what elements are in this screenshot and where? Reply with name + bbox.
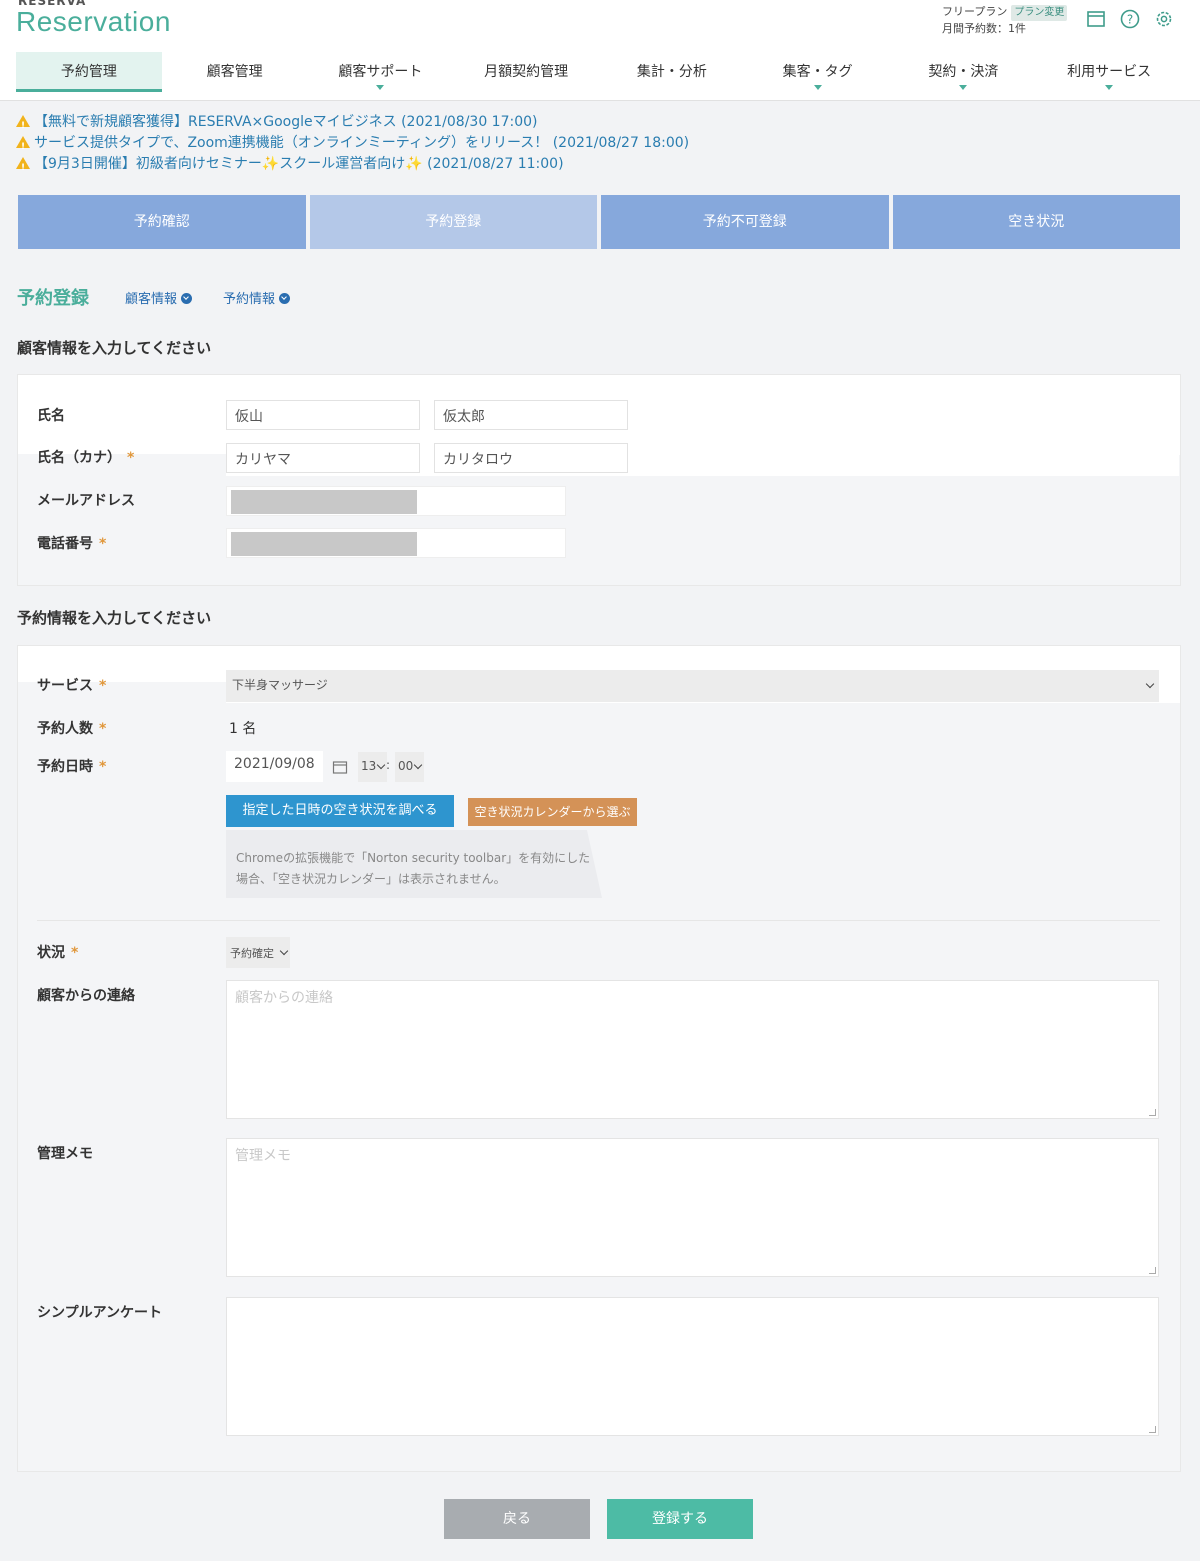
warning-icon [16, 115, 30, 137]
resize-handle-icon[interactable] [1149, 1267, 1156, 1274]
warning-icon [16, 136, 30, 158]
contact-label: 顧客からの連絡 [37, 988, 135, 1004]
svg-text:?: ? [1127, 13, 1133, 27]
calendar-icon[interactable] [332, 759, 348, 775]
chevron-down-icon [181, 293, 193, 304]
back-button[interactable]: 戻る [444, 1499, 590, 1539]
caret-down-icon [959, 85, 968, 90]
date-field[interactable]: 2021/09/08 [226, 751, 323, 782]
survey-label: シンプルアンケート [37, 1305, 163, 1321]
customer-section-heading: 顧客情報を入力してください [17, 339, 212, 357]
gear-icon[interactable] [1153, 8, 1175, 30]
survey-textarea[interactable] [226, 1297, 1159, 1436]
caret-down-icon [1105, 85, 1114, 90]
last-kana-field[interactable]: カリヤマ [226, 443, 420, 473]
tab-availability[interactable]: 空き状況 [892, 195, 1180, 249]
nav-marketing-tags[interactable]: 集客・タグ [745, 52, 891, 92]
memo-textarea[interactable]: 管理メモ [226, 1138, 1159, 1277]
tab-reservation-check[interactable]: 予約確認 [18, 195, 306, 249]
app-header: RESERVA Reservation フリープラン プラン変更 月間予約数：1件… [0, 0, 1200, 101]
chevron-down-icon [1145, 679, 1155, 689]
datetime-label: 予約日時 * [37, 759, 107, 775]
email-field[interactable] [226, 486, 566, 516]
main-nav: 予約管理 顧客管理 顧客サポート 月額契約管理 集計・分析 集客・タグ 契約・決… [16, 52, 1182, 92]
kana-label: 氏名（カナ） * [37, 450, 135, 466]
notice-item[interactable]: 【9月3日開催】初級者向けセミナー✨スクール運営者向け✨ (2021/08/27… [16, 154, 689, 179]
reservation-page: RESERVA Reservation フリープラン プラン変更 月間予約数：1件… [0, 0, 1200, 1561]
resize-handle-icon[interactable] [1149, 1109, 1156, 1116]
notice-list: 【無料で新規顧客獲得】RESERVA×Googleマイビジネス (2021/08… [16, 112, 689, 179]
nav-customer-management[interactable]: 顧客管理 [162, 52, 308, 92]
memo-label: 管理メモ [37, 1146, 93, 1162]
status-label: 状況 * [37, 945, 79, 961]
nav-monthly-contract[interactable]: 月額契約管理 [453, 52, 599, 92]
tab-reservation-register[interactable]: 予約登録 [309, 195, 597, 249]
resize-handle-icon[interactable] [1149, 1426, 1156, 1433]
plan-change-button[interactable]: プラン変更 [1011, 5, 1068, 21]
time-separator: : [386, 758, 391, 772]
people-count: 1 名 [229, 721, 257, 737]
redaction-block [231, 490, 417, 514]
chevron-down-icon [376, 760, 386, 770]
page-title: 予約登録 [17, 288, 89, 309]
nav-customer-support[interactable]: 顧客サポート [308, 52, 454, 92]
app-logo[interactable]: Reservation [16, 6, 171, 38]
availability-calendar-button[interactable]: 空き状況カレンダーから選ぶ [468, 798, 637, 826]
contact-textarea[interactable]: 顧客からの連絡 [226, 980, 1159, 1119]
notice-item[interactable]: 【無料で新規顧客獲得】RESERVA×Googleマイビジネス (2021/08… [16, 112, 689, 137]
first-name-field[interactable]: 仮太郎 [434, 400, 628, 430]
status-select[interactable]: 予約確定 [226, 937, 290, 968]
tab-unavailable-register[interactable]: 予約不可登録 [601, 195, 889, 249]
phone-field[interactable] [226, 528, 566, 558]
help-icon[interactable]: ? [1119, 8, 1141, 30]
reservation-tabs: 予約確認 予約登録 予約不可登録 空き状況 [18, 195, 1180, 249]
first-kana-field[interactable]: カリタロウ [434, 443, 628, 473]
caret-down-icon [813, 85, 822, 90]
nav-services[interactable]: 利用サービス [1036, 52, 1182, 92]
name-label: 氏名 [37, 408, 65, 424]
monthly-count: 月間予約数：1件 [942, 22, 1026, 35]
submit-button[interactable]: 登録する [607, 1499, 753, 1539]
service-label: サービス * [37, 678, 107, 694]
check-availability-button[interactable]: 指定した日時の空き状況を調べる [226, 795, 454, 827]
chevron-down-icon [279, 293, 291, 304]
last-name-field[interactable]: 仮山 [226, 400, 420, 430]
chevron-down-icon [413, 760, 423, 770]
anchor-customer-info[interactable]: 顧客情報 [125, 288, 193, 307]
notice-item[interactable]: サービス提供タイプで、Zoom連携機能（オンラインミーティング）をリリース！ (… [16, 133, 689, 158]
minute-select[interactable]: 00 [395, 752, 424, 782]
plan-info: フリープラン プラン変更 月間予約数：1件 [942, 4, 1068, 37]
hour-select[interactable]: 13 [358, 752, 387, 782]
chevron-down-icon [279, 946, 289, 955]
calendar-window-icon[interactable] [1085, 8, 1107, 30]
nav-contract-payment[interactable]: 契約・決済 [891, 52, 1037, 92]
plan-label: フリープラン [942, 5, 1008, 18]
caret-down-icon [376, 85, 385, 90]
reservation-section-heading: 予約情報を入力してください [17, 609, 212, 627]
nav-analytics[interactable]: 集計・分析 [599, 52, 745, 92]
browser-note: Chromeの拡張機能で「Norton security toolbar」を有効… [226, 830, 602, 898]
people-label: 予約人数 * [37, 721, 107, 737]
nav-reservation-management[interactable]: 予約管理 [16, 52, 162, 92]
warning-icon [16, 157, 30, 179]
redaction-block [231, 532, 417, 556]
anchor-reservation-info[interactable]: 予約情報 [223, 288, 291, 307]
service-select[interactable]: 下半身マッサージ [226, 670, 1159, 702]
divider [37, 920, 1160, 921]
email-label: メールアドレス [37, 493, 135, 509]
phone-label: 電話番号 * [37, 536, 107, 552]
